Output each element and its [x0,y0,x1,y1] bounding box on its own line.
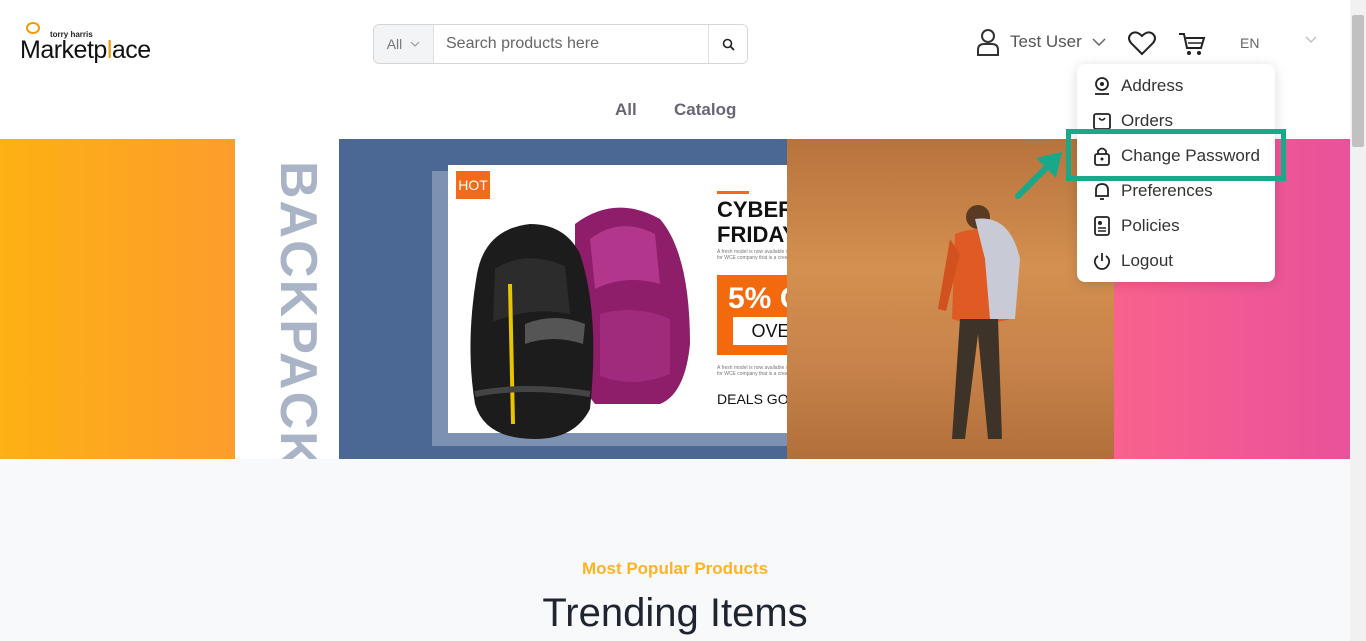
power-icon [1093,253,1111,270]
scrollbar-thumb[interactable] [1352,15,1364,147]
banner-orange-panel [0,139,235,459]
search-button[interactable] [708,25,747,63]
banner-side-text: BACKPACK [269,161,327,459]
user-menu-toggle[interactable]: Test User [976,28,1106,56]
location-pin-icon [1095,77,1109,95]
user-name: Test User [1010,32,1082,51]
bell-icon [1095,183,1109,200]
logo-bag-handle [26,22,40,34]
wishlist-heart-icon[interactable] [1128,30,1156,56]
menu-item-policies[interactable]: Policies [1093,216,1180,236]
cart-icon[interactable] [1178,30,1206,58]
menu-item-preferences[interactable]: Preferences [1093,181,1213,201]
menu-item-logout[interactable]: Logout [1093,251,1173,271]
bag-icon [1093,113,1111,130]
logo-main-text: Marketplace [20,36,151,64]
menu-item-address[interactable]: Address [1093,76,1183,96]
nav-item-catalog[interactable]: Catalog [674,100,736,120]
chevron-down-icon[interactable] [1305,36,1317,44]
search-category-label: All [386,36,403,52]
nav-item-all[interactable]: All [615,100,637,120]
language-selector[interactable]: EN [1240,35,1259,51]
search-category-select[interactable]: All [374,25,434,63]
document-icon [1094,216,1110,236]
section-title: Trending Items [542,591,808,635]
chevron-down-icon [410,41,420,47]
search-input[interactable] [434,25,708,63]
hiker-image [938,205,1020,439]
menu-item-orders[interactable]: Orders [1093,111,1173,131]
highlight-box [1066,129,1286,181]
logo[interactable]: torry harris Marketplace [18,22,151,64]
user-icon [977,29,999,56]
section-subtitle: Most Popular Products [581,559,769,578]
trending-section: Most Popular Products Trending Items [0,459,1350,641]
headline-accent-line [717,191,749,194]
chevron-down-icon [1092,38,1106,46]
pointer-arrow-icon [1015,152,1062,199]
search-bar: All [373,24,748,64]
search-icon [722,38,735,51]
backpack-image [470,207,690,439]
